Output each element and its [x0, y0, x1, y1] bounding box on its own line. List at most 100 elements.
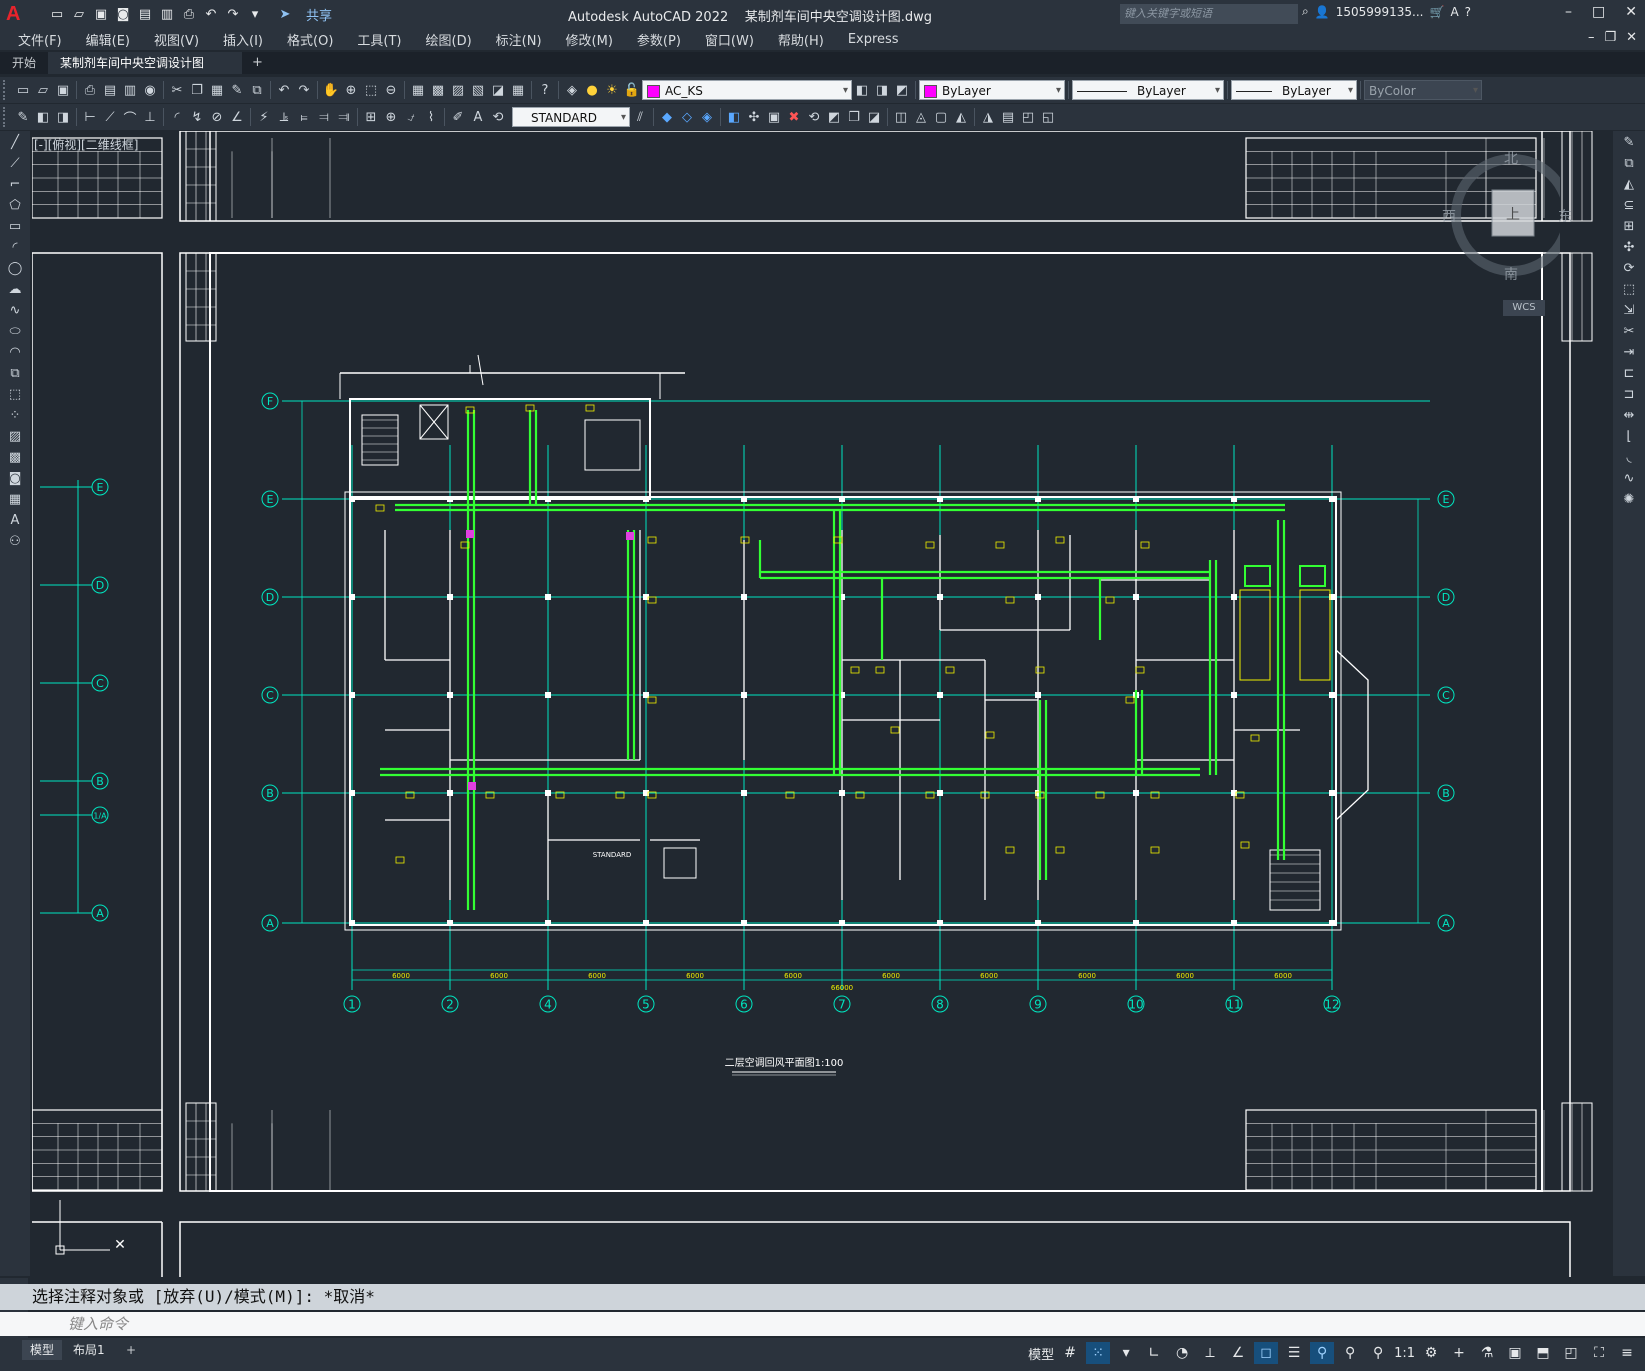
tab-model[interactable]: 模型 [22, 1340, 63, 1360]
linear-dim-icon[interactable]: ⊢ [80, 107, 100, 127]
units-icon[interactable]: ⚗ [1475, 1342, 1499, 1364]
check-icon[interactable]: ◰ [1018, 107, 1038, 127]
customize-icon[interactable]: ≡ [1615, 1342, 1639, 1364]
move-faces-icon[interactable]: ✣ [744, 107, 764, 127]
arc-length-icon[interactable]: ⌒ [120, 107, 140, 127]
block-editor-icon[interactable]: ⧉ [247, 80, 267, 100]
extrude-faces-icon[interactable]: ◧ [724, 107, 744, 127]
menu-item-3[interactable]: 插入(I) [223, 30, 263, 49]
color-faces-icon[interactable]: ◪ [864, 107, 884, 127]
rectangle-icon[interactable]: ▭ [5, 216, 25, 236]
tab-drawing[interactable]: 某制剂车间中央空调设计图*✕ [48, 52, 243, 92]
quick-properties-icon[interactable]: ▣ [1503, 1342, 1527, 1364]
color-edges-icon[interactable]: ◬ [911, 107, 931, 127]
preview-icon[interactable]: ▤ [100, 80, 120, 100]
viewcube-top[interactable]: 上 [1506, 204, 1520, 224]
auto-scale-icon[interactable]: ⚲ [1338, 1342, 1362, 1364]
circle-icon[interactable]: ◯ [5, 258, 25, 278]
taper-faces-icon[interactable]: ◩ [824, 107, 844, 127]
gradient-icon[interactable]: ▩ [5, 447, 25, 467]
separate-icon[interactable]: ◮ [978, 107, 998, 127]
polar-icon[interactable]: ◔ [1170, 1342, 1194, 1364]
drawing-canvas[interactable]: 1 2 4 5 6 7 8 9 10 11 12 F E E D D C C B B A A 6000 6000 6000 600… [32, 131, 1612, 1277]
join-icon[interactable]: ⇹ [1619, 405, 1639, 425]
dim-edit-icon[interactable]: ✐ [448, 107, 468, 127]
snap-menu-icon[interactable]: ▾ [1114, 1342, 1138, 1364]
ordinate-dim-icon[interactable]: ⊥ [140, 107, 160, 127]
menu-item-12[interactable]: Express [848, 32, 899, 47]
array-icon[interactable]: ⊞ [1619, 216, 1639, 236]
color-dropdown[interactable]: ByLayer [919, 80, 1065, 101]
grid-icon[interactable]: # [1058, 1342, 1082, 1364]
layer-previous-icon[interactable]: ◨ [872, 80, 892, 100]
offset-icon[interactable]: ⊆ [1619, 195, 1639, 215]
doc-minimize-icon[interactable]: – [1588, 30, 1595, 45]
jogged-linear-icon[interactable]: ⌇ [421, 107, 441, 127]
hardware-accel-icon[interactable]: ⬒ [1531, 1342, 1555, 1364]
customize-qat-icon[interactable]: ▾ [246, 5, 264, 23]
polyline-icon[interactable]: ⌐ [5, 174, 25, 194]
design-center-icon[interactable]: ▩ [428, 80, 448, 100]
osnap-icon[interactable]: ◻ [1254, 1342, 1279, 1364]
model-space-button[interactable]: 模型 [1028, 1344, 1054, 1363]
maximize-icon[interactable]: □ [1592, 4, 1605, 20]
open-icon[interactable]: ▱ [33, 80, 53, 100]
open-from-web-icon[interactable]: ▤ [136, 5, 154, 23]
command-input[interactable]: 键入命令 [0, 1312, 1645, 1336]
new-tab-button[interactable]: + [242, 52, 273, 74]
dim-style-manager-icon[interactable]: ⫽ [630, 107, 650, 127]
line-icon[interactable]: ╱ [5, 132, 25, 152]
lineweight-icon[interactable]: ☰ [1282, 1342, 1306, 1364]
cut-icon[interactable]: ✂ [167, 80, 187, 100]
search-input[interactable]: 键入关键字或短语 [1120, 4, 1298, 24]
scale-value[interactable]: 1:1 [1394, 1346, 1415, 1361]
make-block-icon[interactable]: ⬚ [5, 384, 25, 404]
markup-icon[interactable]: ◪ [488, 80, 508, 100]
revcloud-icon[interactable]: ☁ [5, 279, 25, 299]
space-dim-icon[interactable]: ⫤ [314, 107, 334, 127]
save-as-icon[interactable]: ◙ [114, 5, 132, 23]
annotation-visibility-icon[interactable]: ⚲ [1310, 1342, 1335, 1364]
break-point-icon[interactable]: ⊏ [1619, 363, 1639, 383]
copy-icon[interactable]: ❐ [187, 80, 207, 100]
diameter-dim-icon[interactable]: ⊘ [207, 107, 227, 127]
slice-icon[interactable]: ◱ [1038, 107, 1058, 127]
polygon-icon[interactable]: ⬠ [5, 195, 25, 215]
arc-icon[interactable]: ◜ [5, 237, 25, 257]
ellipse-icon[interactable]: ⬭ [5, 321, 25, 341]
erase-icon[interactable]: ✎ [1619, 132, 1639, 152]
viewcube[interactable]: 北 南 西 东 上 [1440, 140, 1573, 320]
menu-item-0[interactable]: 文件(F) [18, 30, 62, 49]
shell-icon[interactable]: ▤ [998, 107, 1018, 127]
share-icon[interactable]: ➤ [276, 5, 294, 23]
blend-icon[interactable]: ∿ [1619, 468, 1639, 488]
doc-close-icon[interactable]: ✕ [1626, 30, 1637, 45]
menu-item-7[interactable]: 标注(N) [496, 30, 542, 49]
break-dim-icon[interactable]: ⫥ [334, 107, 354, 127]
ortho-icon[interactable]: ∟ [1142, 1342, 1166, 1364]
minimize-icon[interactable]: – [1565, 4, 1572, 20]
redo-icon[interactable]: ↷ [224, 5, 242, 23]
new-file-icon[interactable]: ▭ [48, 5, 66, 23]
quick-dim-icon[interactable]: ⚡ [254, 107, 274, 127]
rotate-icon[interactable]: ⟳ [1619, 258, 1639, 278]
tab-layout1[interactable]: 布局1 [65, 1340, 113, 1360]
undo-icon[interactable]: ↶ [274, 80, 294, 100]
layer-dropdown[interactable]: AC_KS [642, 80, 852, 101]
snap-icon[interactable]: ⁙ [1086, 1342, 1111, 1364]
save-icon[interactable]: ▣ [92, 5, 110, 23]
region-icon[interactable]: ◙ [5, 468, 25, 488]
break-icon[interactable]: ⊐ [1619, 384, 1639, 404]
save-icon[interactable]: ▣ [53, 80, 73, 100]
plot-icon[interactable]: ⎙ [80, 80, 100, 100]
isodraft-icon[interactable]: ⟂ [1198, 1342, 1222, 1364]
construction-line-icon[interactable]: ⟋ [5, 153, 25, 173]
jogged-dim-icon[interactable]: ↯ [187, 107, 207, 127]
explode-icon[interactable]: ✺ [1619, 489, 1639, 509]
table-icon[interactable]: ▦ [5, 489, 25, 509]
copy-edges-icon[interactable]: ◫ [891, 107, 911, 127]
delete-faces-icon[interactable]: ✖ [784, 107, 804, 127]
viewcube-south[interactable]: 南 [1504, 264, 1518, 284]
layer-properties-icon[interactable]: ◈ [562, 80, 582, 100]
annotation-monitor-icon[interactable]: + [1447, 1342, 1471, 1364]
